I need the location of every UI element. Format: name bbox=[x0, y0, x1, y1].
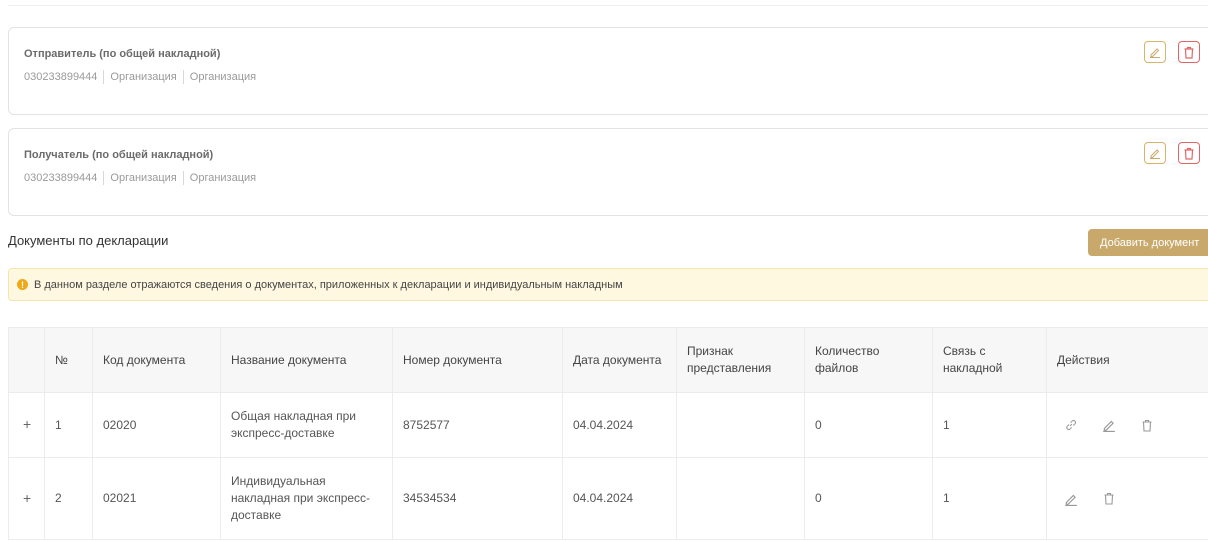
meta-divider bbox=[182, 171, 184, 185]
cell-num: 1 bbox=[44, 392, 93, 458]
table-row: + 1 02020 Общая накладная при экспресс-д… bbox=[8, 392, 1208, 458]
cell-code: 02021 bbox=[92, 457, 221, 540]
cell-number: 34534534 bbox=[392, 457, 563, 540]
edit-button[interactable] bbox=[1101, 417, 1117, 433]
receiver-inn: 030233899444 bbox=[24, 172, 98, 184]
trash-icon bbox=[1184, 46, 1194, 59]
cell-date: 04.04.2024 bbox=[562, 392, 677, 458]
cell-date: 04.04.2024 bbox=[562, 457, 677, 540]
link-icon bbox=[1066, 420, 1076, 430]
receiver-card: Получатель (по общей накладной) 03023389… bbox=[8, 128, 1208, 216]
sender-type: Организация bbox=[110, 71, 177, 83]
link-button[interactable] bbox=[1063, 417, 1079, 433]
trash-icon bbox=[1104, 492, 1114, 505]
header-link: Связь с накладной bbox=[932, 327, 1047, 393]
pencil-icon bbox=[1065, 494, 1077, 506]
cell-code: 02020 bbox=[92, 392, 221, 458]
receiver-edit-button[interactable] bbox=[1144, 142, 1166, 164]
sender-name: Организация bbox=[189, 71, 257, 83]
receiver-delete-button[interactable] bbox=[1178, 142, 1200, 164]
cell-link: 1 bbox=[932, 392, 1047, 458]
header-name: Название документа bbox=[220, 327, 393, 393]
cell-sign bbox=[676, 457, 805, 540]
header-num: № bbox=[44, 327, 93, 393]
info-icon: ! bbox=[17, 279, 28, 290]
documents-table: № Код документа Название документа Номер… bbox=[8, 327, 1208, 540]
cell-link: 1 bbox=[932, 457, 1047, 540]
cell-files: 0 bbox=[804, 457, 933, 540]
top-divider bbox=[8, 5, 1208, 6]
trash-icon bbox=[1184, 147, 1194, 160]
sender-edit-button[interactable] bbox=[1144, 41, 1166, 63]
meta-divider bbox=[103, 70, 105, 84]
plus-icon: + bbox=[23, 416, 32, 432]
sender-delete-button[interactable] bbox=[1178, 41, 1200, 63]
sender-title: Отправитель (по общей накладной) bbox=[24, 48, 221, 60]
info-text: В данном разделе отражаются сведения о д… bbox=[34, 278, 623, 291]
expand-row-button[interactable]: + bbox=[8, 392, 45, 458]
table-row: + 2 02021 Индивидуальная накладная при э… bbox=[8, 457, 1208, 540]
pencil-icon bbox=[1150, 149, 1160, 159]
cell-name: Общая накладная при экспресс-доставке bbox=[220, 392, 393, 458]
expand-row-button[interactable]: + bbox=[8, 457, 45, 540]
cell-num: 2 bbox=[44, 457, 93, 540]
pencil-icon bbox=[1150, 48, 1160, 58]
documents-section-title: Документы по декларации bbox=[8, 233, 169, 248]
receiver-type: Организация bbox=[110, 172, 177, 184]
info-banner: ! В данном разделе отражаются сведения о… bbox=[8, 268, 1208, 301]
cell-actions bbox=[1046, 392, 1208, 458]
table-header-row: № Код документа Название документа Номер… bbox=[8, 327, 1208, 393]
receiver-name: Организация bbox=[189, 172, 257, 184]
pencil-icon bbox=[1103, 420, 1115, 432]
header-code: Код документа bbox=[92, 327, 221, 393]
cell-actions bbox=[1046, 457, 1208, 540]
header-actions: Действия bbox=[1046, 327, 1208, 393]
cell-sign bbox=[676, 392, 805, 458]
cell-files: 0 bbox=[804, 392, 933, 458]
delete-button[interactable] bbox=[1139, 417, 1155, 433]
header-date: Дата документа bbox=[562, 327, 677, 393]
sender-inn: 030233899444 bbox=[24, 71, 98, 83]
meta-divider bbox=[182, 70, 184, 84]
add-document-button[interactable]: Добавить документ bbox=[1088, 229, 1208, 256]
cell-name: Индивидуальная накладная при экспресс-до… bbox=[220, 457, 393, 540]
header-sign: Признак представления bbox=[676, 327, 805, 393]
cell-number: 8752577 bbox=[392, 392, 563, 458]
edit-button[interactable] bbox=[1063, 491, 1079, 507]
header-number: Номер документа bbox=[392, 327, 563, 393]
receiver-title: Получатель (по общей накладной) bbox=[24, 149, 214, 161]
trash-icon bbox=[1142, 419, 1152, 432]
header-files: Количество файлов bbox=[804, 327, 933, 393]
plus-icon: + bbox=[23, 489, 32, 506]
meta-divider bbox=[103, 171, 105, 185]
receiver-meta: 030233899444 Организация Организация bbox=[24, 171, 256, 185]
sender-meta: 030233899444 Организация Организация bbox=[24, 70, 256, 84]
sender-card: Отправитель (по общей накладной) 0302338… bbox=[8, 27, 1208, 115]
delete-button[interactable] bbox=[1101, 491, 1117, 507]
header-expand bbox=[8, 327, 45, 393]
